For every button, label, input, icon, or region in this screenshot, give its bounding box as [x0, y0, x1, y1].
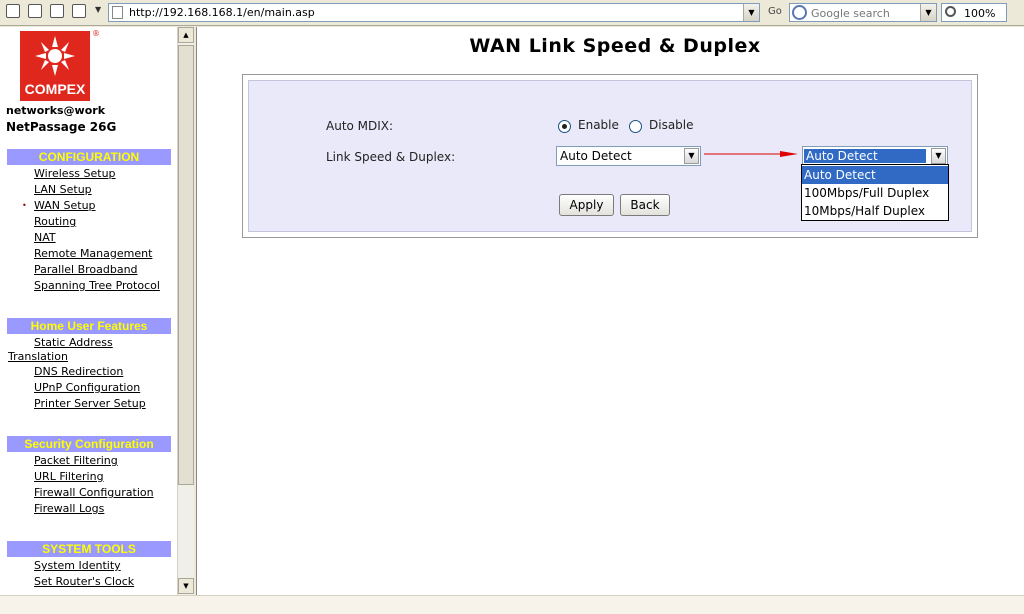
address-dropdown-button[interactable]: ▼	[743, 4, 759, 21]
status-bar	[0, 595, 1024, 614]
nav-wan-setup[interactable]: WAN Setup	[34, 199, 96, 212]
page-title: WAN Link Speed & Duplex	[469, 35, 761, 57]
section-security: Security Configuration	[7, 436, 171, 452]
apply-button[interactable]: Apply	[559, 194, 614, 216]
chevron-down-icon[interactable]: ▼	[95, 6, 103, 14]
back-button[interactable]: Back	[620, 194, 670, 216]
red-arrow-annotation	[704, 151, 798, 157]
model-name: NetPassage 26G	[6, 120, 117, 134]
google-icon	[792, 5, 807, 20]
search-dropdown-button[interactable]: ▼	[920, 4, 936, 21]
nav-system-identity[interactable]: System Identity	[34, 559, 121, 572]
dropdown-option-10mbps[interactable]: 10Mbps/Half Duplex	[802, 202, 948, 220]
nav-spanning-tree[interactable]: Spanning Tree Protocol	[34, 279, 160, 292]
active-bullet-icon: •	[22, 201, 27, 210]
nav-url-filtering[interactable]: URL Filtering	[34, 470, 104, 483]
enable-radio[interactable]	[558, 120, 571, 133]
link-speed-open-value: Auto Detect	[804, 149, 926, 163]
sidebar: COMPEX ® networks@work NetPassage 26G CO…	[0, 27, 178, 595]
tagline: networks@work	[6, 104, 106, 117]
go-button[interactable]: Go	[768, 6, 782, 17]
logo-text: COMPEX	[24, 81, 86, 97]
scrollbar-thumb[interactable]	[178, 45, 194, 485]
back-icon[interactable]	[6, 4, 20, 18]
magnifier-icon	[945, 6, 956, 17]
section-configuration: CONFIGURATION	[7, 149, 171, 165]
scroll-up-icon[interactable]: ▲	[178, 27, 194, 43]
zoom-level: 100%	[964, 7, 996, 20]
nav-firewall-config[interactable]: Firewall Configuration	[34, 486, 154, 499]
page-icon	[112, 6, 123, 19]
chevron-down-icon[interactable]: ▼	[931, 148, 946, 164]
registered-mark: ®	[92, 29, 100, 38]
nav-dns-redirection[interactable]: DNS Redirection	[34, 365, 123, 378]
dropdown-option-auto[interactable]: Auto Detect	[802, 166, 948, 184]
dropdown-list: Auto Detect 100Mbps/Full Duplex 10Mbps/H…	[801, 164, 949, 221]
zoom-control[interactable]: 100%	[941, 3, 1007, 22]
dropdown-option-100mbps[interactable]: 100Mbps/Full Duplex	[802, 184, 948, 202]
sidebar-scrollbar[interactable]: ▲ ▼	[177, 27, 194, 595]
section-system-tools: SYSTEM TOOLS	[7, 541, 171, 557]
link-speed-select[interactable]: Auto Detect ▼	[556, 146, 701, 166]
nav-printer-server[interactable]: Printer Server Setup	[34, 397, 146, 410]
nav-parallel-broadband[interactable]: Parallel Broadband	[34, 263, 138, 276]
search-placeholder: Google search	[811, 7, 890, 20]
disable-radio[interactable]	[629, 120, 642, 133]
nav-routing[interactable]: Routing	[34, 215, 76, 228]
nav-packet-filtering[interactable]: Packet Filtering	[34, 454, 118, 467]
sun-icon	[35, 36, 75, 76]
nav-static-address[interactable]: Static Address Translation	[8, 336, 158, 364]
chevron-down-icon[interactable]: ▼	[684, 148, 699, 164]
nav-firewall-logs[interactable]: Firewall Logs	[34, 502, 104, 515]
nav-nat[interactable]: NAT	[34, 231, 56, 244]
nav-wireless-setup[interactable]: Wireless Setup	[34, 167, 116, 180]
browser-toolbar: ▼ http://192.168.168.1/en/main.asp ▼ Go …	[0, 0, 1024, 26]
search-input[interactable]: Google search ▼	[789, 3, 937, 22]
link-speed-label: Link Speed & Duplex:	[326, 150, 456, 164]
print-icon[interactable]	[50, 4, 64, 18]
compex-logo: COMPEX	[20, 31, 90, 101]
mdix-label: Auto MDIX:	[326, 119, 394, 133]
nav-upnp[interactable]: UPnP Configuration	[34, 381, 140, 394]
nav-remote-management[interactable]: Remote Management	[34, 247, 152, 260]
main-frame: WAN Link Speed & Duplex Auto MDIX: Enabl…	[196, 27, 1024, 595]
page-icon[interactable]	[72, 4, 86, 18]
address-bar[interactable]: http://192.168.168.1/en/main.asp ▼	[108, 3, 760, 22]
scroll-down-icon[interactable]: ▼	[178, 578, 194, 594]
address-url[interactable]: http://192.168.168.1/en/main.asp	[129, 6, 315, 19]
camera-icon[interactable]	[28, 4, 42, 18]
link-speed-select-open[interactable]: Auto Detect ▼	[802, 146, 948, 166]
section-home-user: Home User Features	[7, 318, 171, 334]
nav-set-clock[interactable]: Set Router's Clock	[34, 575, 134, 588]
enable-label[interactable]: Enable	[578, 118, 619, 132]
link-speed-value: Auto Detect	[560, 149, 632, 163]
nav-lan-setup[interactable]: LAN Setup	[34, 183, 92, 196]
disable-label[interactable]: Disable	[649, 118, 694, 132]
